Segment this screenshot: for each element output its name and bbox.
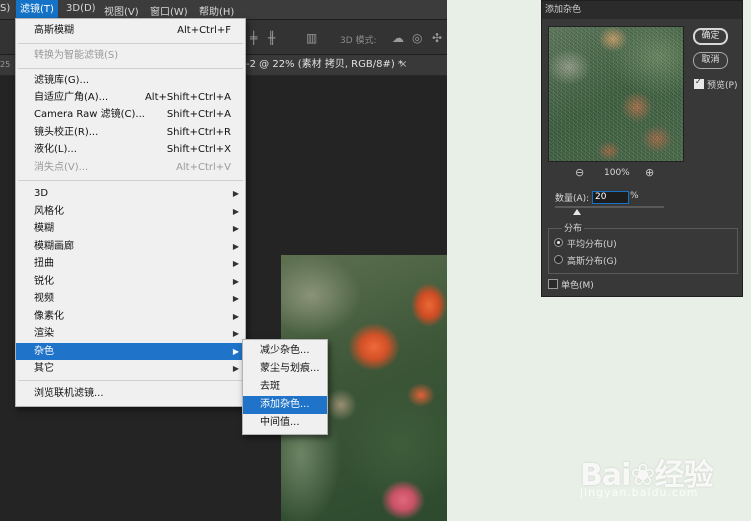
menu-item-adaptive-wide-angle[interactable]: 自适应广角(A)... Alt+Shift+Ctrl+A [16,89,245,106]
3d-mode-label: 3D 模式: [340,36,377,46]
monochromatic-checkbox[interactable] [548,279,558,289]
submenu-arrow-icon: ▶ [232,277,239,286]
menu-item-camera-raw[interactable]: Camera Raw 滤镜(C)... Shift+Ctrl+A [16,106,245,123]
preview-checkbox[interactable] [694,77,704,89]
submenu-arrow-icon: ▶ [232,259,239,268]
menu-item-convert-smart-filter: 转换为智能滤镜(S) [34,50,119,61]
zoom-in-icon[interactable]: ⊕ [645,166,654,179]
distribution-title: 分布 [562,221,585,234]
submenu-item-median[interactable]: 中间值... [243,414,327,432]
menu-view[interactable]: 视图(V) [104,3,139,18]
submenu-arrow-icon: ▶ [232,364,239,373]
submenu-arrow-icon: ▶ [232,294,239,303]
menu-item-browse-online[interactable]: 浏览联机滤镜... [16,385,245,402]
menu-item-liquify[interactable]: 液化(L)... Shift+Ctrl+X [16,141,245,158]
menu-separator [18,180,243,181]
menu-item-blur[interactable]: 模糊 ▶ [16,220,245,237]
menu-3d[interactable]: 3D(D) [66,3,96,14]
radio-uniform[interactable] [554,238,563,247]
menu-bar: S) 滤镜(T) 3D(D) 视图(V) 窗口(W) 帮助(H) [0,0,447,20]
dialog-title-bar[interactable]: 添加杂色 [542,1,742,19]
distribute-icon[interactable]: ╫ [268,31,275,45]
3d-roll-icon[interactable]: ◎ [412,31,422,45]
submenu-arrow-icon: ▶ [232,329,239,338]
menu-item-render[interactable]: 渲染 ▶ [16,325,245,342]
menu-item-video[interactable]: 视频 ▶ [16,290,245,307]
submenu-item-reduce-noise[interactable]: 减少杂色... [243,342,327,360]
submenu-arrow-icon: ▶ [232,347,239,356]
amount-unit: % [630,191,639,201]
close-tab-icon[interactable]: × [399,55,407,75]
monochromatic-label: 单色(M) [561,281,594,291]
submenu-item-dust-scratches[interactable]: 蒙尘与划痕... [243,360,327,378]
menu-item-pixelate[interactable]: 像素化 ▶ [16,308,245,325]
menu-item-lens-correction[interactable]: 镜头校正(R)... Shift+Ctrl+R [16,124,245,141]
3d-rotate-icon[interactable]: ☁ [392,31,404,45]
submenu-arrow-icon: ▶ [232,189,239,198]
ruler-number: 25 [0,60,11,69]
zoom-out-icon[interactable]: ⊖ [575,166,584,179]
arrange-icon[interactable]: ▥ [306,31,317,45]
menu-item-noise[interactable]: 杂色 ▶ [16,343,245,360]
menu-item-blur-gallery[interactable]: 模糊画廊 ▶ [16,238,245,255]
menu-filter[interactable]: 滤镜(T) [16,0,58,19]
menu-item-stylize[interactable]: 风格化 ▶ [16,203,245,220]
menu-item-sharpen[interactable]: 锐化 ▶ [16,273,245,290]
menu-help[interactable]: 帮助(H) [199,3,234,18]
menu-window[interactable]: 窗口(W) [150,3,188,18]
dialog-title: 添加杂色 [545,5,582,15]
menu-item-distort[interactable]: 扭曲 ▶ [16,255,245,272]
submenu-arrow-icon: ▶ [232,224,239,233]
filter-dropdown-menu: 高斯模糊 Alt+Ctrl+F 转换为智能滤镜(S) 滤镜库(G)... 自适应… [15,18,246,407]
submenu-item-despeckle[interactable]: 去斑 [243,378,327,396]
menu-item-last-filter[interactable]: 高斯模糊 Alt+Ctrl+F [16,22,245,39]
menu-item-vanishing-point: 消失点(V)... Alt+Ctrl+V [34,162,231,173]
add-noise-dialog: 添加杂色 确定 取消 预览(P) ⊖ 100% ⊕ 数量(A): 20 % 分布… [541,0,743,297]
noise-preview[interactable] [548,26,684,162]
distribution-group [548,228,738,274]
submenu-item-add-noise[interactable]: 添加杂色... [243,396,327,414]
watermark-url: jingyan.baidu.com [580,486,699,499]
menu-item-filter-gallery[interactable]: 滤镜库(G)... [16,72,245,89]
amount-input[interactable]: 20 [592,191,629,204]
noise-submenu: 减少杂色... 蒙尘与划痕... 去斑 添加杂色... 中间值... [242,339,328,435]
3d-drag-icon[interactable]: ✣ [432,31,442,45]
menu-separator [18,380,243,381]
menu-select-partial[interactable]: S) [0,3,10,14]
cancel-button[interactable]: 取消 [693,52,728,69]
submenu-arrow-icon: ▶ [232,312,239,321]
align-icon[interactable]: ╪ [250,31,257,45]
menu-item-3d[interactable]: 3D ▶ [16,185,245,202]
radio-uniform-label: 平均分布(U) [567,240,617,250]
zoom-level: 100% [604,168,630,178]
submenu-arrow-icon: ▶ [232,207,239,216]
submenu-arrow-icon: ▶ [232,242,239,251]
menu-item-other[interactable]: 其它 ▶ [16,360,245,377]
amount-slider-thumb[interactable] [572,209,581,215]
amount-label: 数量(A): [555,194,590,204]
menu-separator [18,68,243,69]
document-tab[interactable]: -2 @ 22% (素材 拷贝, RGB/8#) * [246,55,403,75]
ok-button[interactable]: 确定 [693,28,728,45]
preview-label: 预览(P) [707,81,738,91]
menu-separator [18,43,243,44]
radio-gaussian-label: 高斯分布(G) [567,257,617,267]
radio-gaussian[interactable] [554,255,563,264]
amount-slider[interactable] [555,206,664,208]
